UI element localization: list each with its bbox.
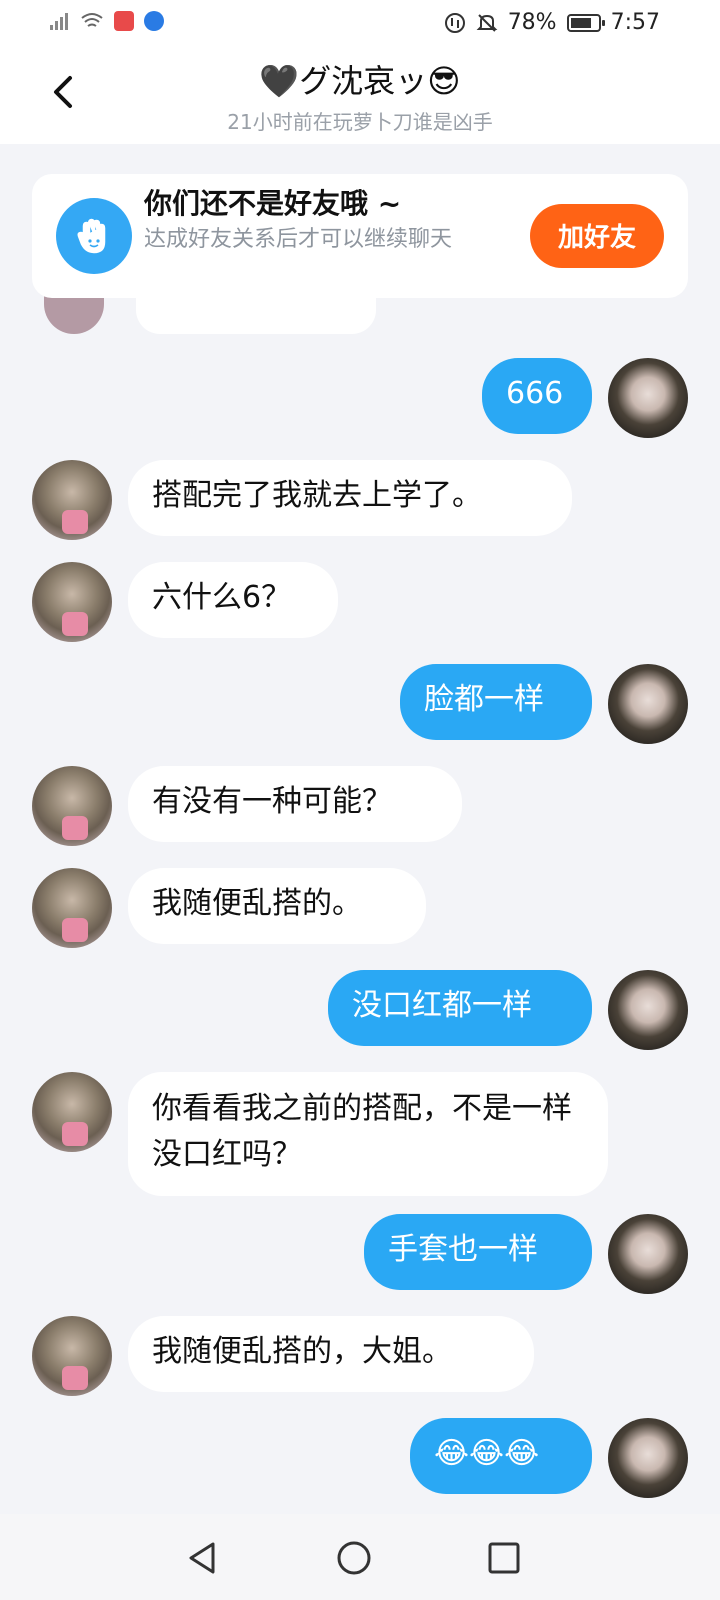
partial-previous-message	[136, 294, 376, 334]
message-bubble[interactable]: 六什么6？	[128, 562, 338, 638]
message-row: 你看看我之前的搭配，不是一样没口红吗？	[0, 1072, 720, 1196]
message-bubble[interactable]: 你看看我之前的搭配，不是一样没口红吗？	[128, 1072, 608, 1196]
message-row: 我随便乱搭的，大姐。	[0, 1316, 720, 1396]
signal-icon	[48, 10, 70, 32]
contact-avatar[interactable]	[32, 1316, 112, 1396]
message-bubble[interactable]: 有没有一种可能？	[128, 766, 462, 842]
partial-avatar	[44, 294, 104, 334]
message-bubble[interactable]: 我随便乱搭的，大姐。	[128, 1316, 534, 1392]
contact-avatar[interactable]	[32, 766, 112, 846]
clock-time: 7:57	[610, 10, 660, 35]
message-bubble[interactable]: 我随便乱搭的。	[128, 868, 426, 944]
message-bubble[interactable]: 脸都一样	[400, 664, 592, 740]
my-avatar[interactable]	[608, 970, 688, 1050]
chat-header: 🖤グ沈哀ッ😎 21小时前在玩萝卜刀谁是凶手	[0, 48, 720, 144]
chat-area[interactable]: 你们还不是好友哦 ~ 达成好友关系后才可以继续聊天 加好友 666 搭配完了我就去…	[0, 144, 720, 1514]
message-bubble[interactable]: 😂😂😂	[410, 1418, 592, 1494]
battery-icon	[566, 13, 605, 32]
message-row: 我随便乱搭的。	[0, 868, 720, 948]
contact-avatar[interactable]	[32, 868, 112, 948]
hand-wave-icon	[56, 198, 132, 274]
message-row: 搭配完了我就去上学了。	[0, 460, 720, 540]
nav-home-button[interactable]	[334, 1538, 374, 1578]
not-friends-banner: 你们还不是好友哦 ~ 达成好友关系后才可以继续聊天 加好友	[32, 174, 688, 298]
banner-description: 达成好友关系后才可以继续聊天	[144, 227, 453, 252]
browser-notification-icon	[144, 11, 164, 31]
wifi-icon	[80, 11, 104, 31]
my-avatar[interactable]	[608, 1418, 688, 1498]
data-saver-icon	[444, 12, 465, 33]
message-bubble[interactable]: 666	[482, 358, 592, 434]
triangle-back-icon	[189, 1542, 215, 1574]
contact-avatar[interactable]	[32, 1072, 112, 1152]
status-icons-left	[48, 10, 164, 32]
message-row: 手套也一样	[0, 1214, 720, 1294]
square-recents-icon	[488, 1542, 520, 1574]
my-avatar[interactable]	[608, 358, 688, 438]
add-friend-button[interactable]: 加好友	[530, 204, 664, 268]
message-row: 666	[0, 358, 720, 438]
mute-icon	[476, 13, 498, 32]
status-icons-right: 78% 7:57	[444, 10, 660, 35]
contact-name: 🖤グ沈哀ッ😎	[259, 62, 461, 100]
message-row: 没口红都一样	[0, 970, 720, 1050]
my-avatar[interactable]	[608, 664, 688, 744]
app-notification-icon	[114, 11, 134, 31]
message-row: 有没有一种可能？	[0, 766, 720, 846]
message-bubble[interactable]: 搭配完了我就去上学了。	[128, 460, 572, 536]
battery-percent: 78%	[507, 10, 557, 35]
circle-home-icon	[337, 1541, 371, 1575]
my-avatar[interactable]	[608, 1214, 688, 1294]
message-row: 脸都一样	[0, 664, 720, 744]
message-bubble[interactable]: 手套也一样	[364, 1214, 592, 1290]
message-bubble[interactable]: 没口红都一样	[328, 970, 592, 1046]
message-row: 😂😂😂	[0, 1418, 720, 1498]
nav-recents-button[interactable]	[484, 1538, 524, 1578]
system-nav-bar	[0, 1514, 720, 1600]
contact-avatar[interactable]	[32, 562, 112, 642]
contact-status: 21小时前在玩萝卜刀谁是凶手	[227, 110, 493, 134]
message-row: 六什么6？	[0, 562, 720, 642]
contact-avatar[interactable]	[32, 460, 112, 540]
status-bar: 78% 7:57	[0, 0, 720, 48]
banner-title: 你们还不是好友哦 ~	[144, 187, 402, 220]
nav-back-button[interactable]	[183, 1538, 223, 1578]
